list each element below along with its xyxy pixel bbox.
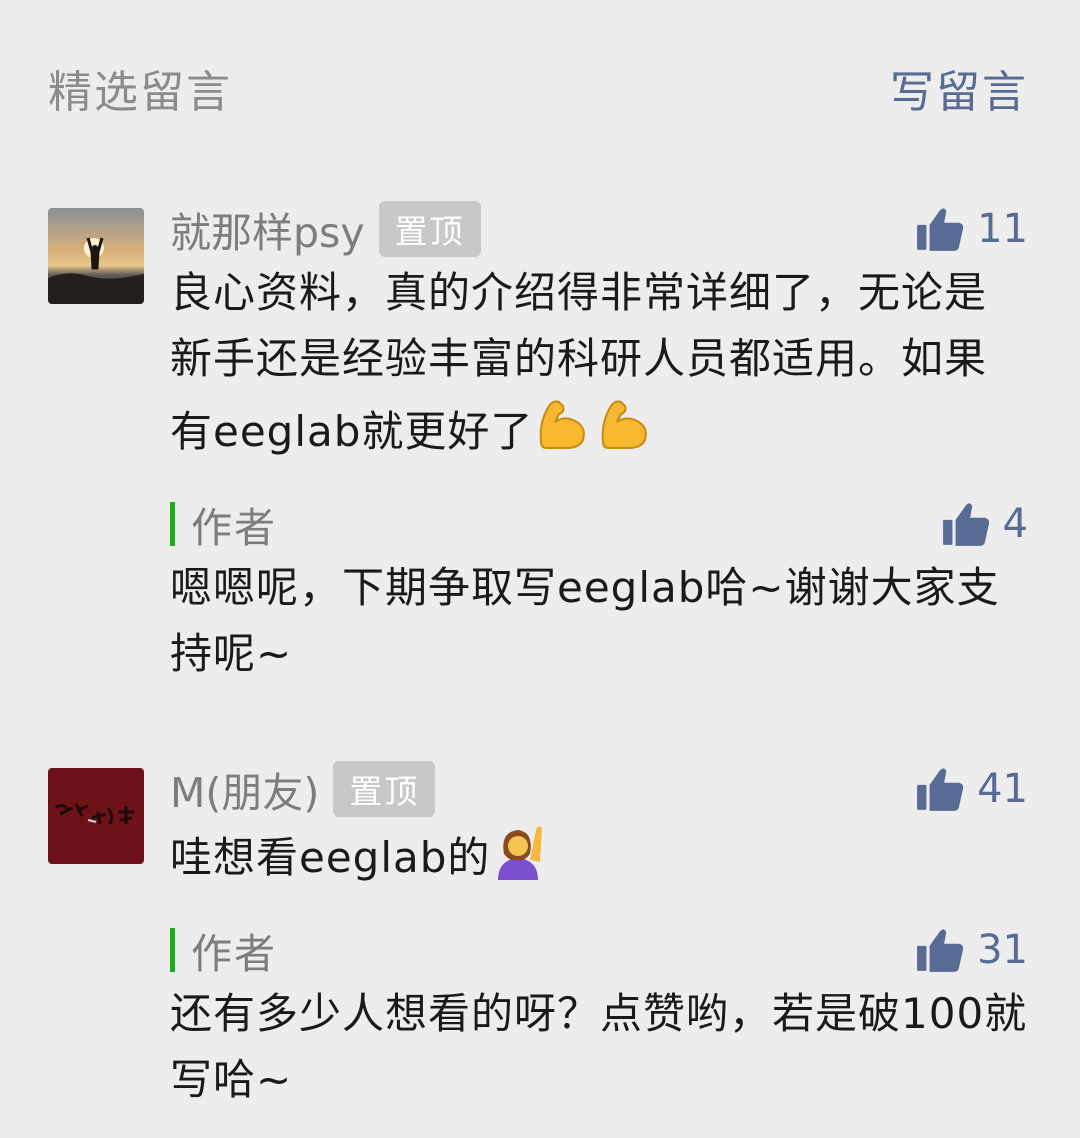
- like-button[interactable]: 41: [915, 760, 1028, 818]
- reply-like-count: 31: [977, 927, 1028, 973]
- author-reply-bar: [170, 928, 175, 972]
- thumbs-up-icon: [917, 929, 964, 972]
- author-label: 作者: [191, 930, 277, 978]
- like-count: 11: [977, 206, 1028, 252]
- reply-like-count: 4: [1002, 501, 1028, 547]
- comment-text: 良心资料，真的介绍得非常详细了，无论是新手还是经验丰富的科研人员都适用。如果有e…: [170, 260, 1028, 473]
- comment-meta: 就那样psy 置顶: [170, 200, 1028, 258]
- thumbs-up-icon: [917, 208, 964, 251]
- reply-like-button[interactable]: 4: [941, 495, 1028, 553]
- reply-like-button[interactable]: 31: [915, 921, 1028, 979]
- comment-text: 哇想看eeglab的: [170, 820, 1028, 899]
- comment-text-content: 哇想看eeglab的: [170, 833, 491, 882]
- thumbs-up-icon: [917, 768, 964, 811]
- author-reply-bar: [170, 502, 175, 546]
- flexed-biceps-icon: [595, 392, 657, 473]
- like-button[interactable]: 11: [915, 200, 1028, 258]
- flexed-biceps-icon: [533, 392, 595, 473]
- write-comment-button[interactable]: 写留言: [890, 56, 1028, 120]
- avatar-calligraphy-image: [48, 768, 144, 864]
- comment-meta: M(朋友) 置顶: [170, 760, 1028, 818]
- comment-body: M(朋友) 置顶 41 哇想看eeglab的 作者 31 还有多少人想看的呀？点…: [170, 760, 1028, 1113]
- nickname[interactable]: M(朋友): [170, 759, 319, 819]
- reply-text: 还有多少人想看的呀？点赞哟，若是破100就写哈~: [170, 989, 1028, 1104]
- reply-text: 嗯嗯呢，下期争取写eeglab哈~谢谢大家支持呢~: [170, 563, 1000, 678]
- comments-header: 精选留言 写留言: [48, 58, 1028, 118]
- avatar[interactable]: [48, 208, 144, 304]
- nickname[interactable]: 就那样psy: [170, 199, 365, 259]
- person-raising-hand-icon: [490, 820, 546, 899]
- thumbs-up-icon: [942, 503, 989, 546]
- avatar-sunset-image: [48, 208, 144, 304]
- author-label: 作者: [191, 504, 277, 552]
- author-reply-meta: 作者: [170, 495, 1028, 553]
- avatar[interactable]: [48, 768, 144, 864]
- pinned-badge: 置顶: [378, 201, 481, 257]
- author-reply-meta: 作者: [170, 921, 1028, 979]
- featured-comments-title: 精选留言: [48, 67, 232, 118]
- like-count: 41: [977, 766, 1028, 812]
- comment-body: 就那样psy 置顶 11 良心资料，真的介绍得非常详细了，无论是新手还是经验丰富…: [170, 200, 1028, 687]
- pinned-badge: 置顶: [333, 761, 436, 817]
- author-reply: 作者 31 还有多少人想看的呀？点赞哟，若是破100就写哈~: [170, 921, 1028, 1113]
- author-reply: 作者 4 嗯嗯呢，下期争取写eeglab哈~谢谢大家支持呢~: [170, 495, 1028, 687]
